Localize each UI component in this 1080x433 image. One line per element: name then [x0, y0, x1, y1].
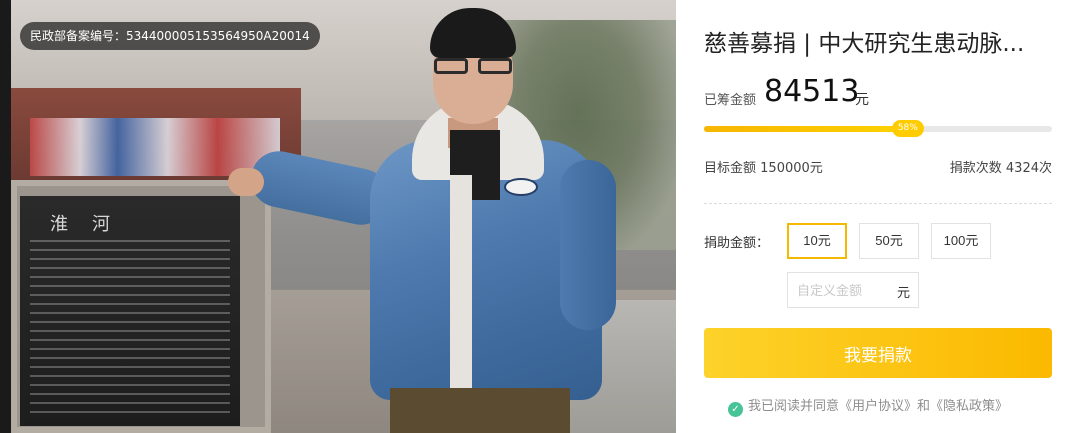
agreement-and: 和	[917, 399, 931, 414]
agreement-prefix: 我已阅读并同意	[748, 399, 840, 414]
custom-amount-input[interactable]	[797, 281, 887, 301]
check-icon[interactable]: ✓	[728, 402, 743, 417]
donation-count-value: 4324次	[1005, 161, 1052, 176]
project-photo: 淮河 民政部备案编号：534400005153564950A20014	[0, 0, 676, 433]
progress-fill	[704, 126, 906, 132]
goal-label: 目标金额	[704, 161, 757, 176]
project-title[interactable]: 慈善募捐 | 中大研究生患动脉...	[704, 24, 1064, 58]
goal-amount: 目标金额 150000元	[704, 157, 823, 176]
goal-value: 150000元	[760, 161, 823, 176]
donation-count-label: 捐款次数	[949, 161, 1002, 176]
agreement-row: ✓ 我已阅读并同意《用户协议》和《隐私政策》	[728, 395, 1008, 417]
user-agreement-link[interactable]: 《用户协议》	[839, 399, 917, 414]
amount-option-10[interactable]: 10元	[787, 223, 847, 259]
donation-count: 捐款次数 4324次	[950, 157, 1052, 176]
divider	[704, 203, 1052, 204]
donate-button[interactable]: 我要捐款	[704, 328, 1052, 378]
amount-option-100[interactable]: 100元	[931, 223, 991, 259]
donate-amount-label: 捐助金额：	[704, 236, 770, 251]
raised-unit: 元	[855, 92, 869, 108]
amount-option-50[interactable]: 50元	[859, 223, 919, 259]
raised-amount: 84513	[764, 74, 860, 109]
custom-amount-unit: 元	[896, 286, 910, 301]
privacy-policy-link[interactable]: 《隐私政策》	[930, 399, 1008, 414]
donation-page: 淮河 民政部备案编号：534400005153564950A20014 慈善募捐…	[0, 0, 1080, 433]
record-number-badge: 民政部备案编号：534400005153564950A20014	[20, 22, 320, 50]
donation-panel: 慈善募捐 | 中大研究生患动脉... 已筹金额 84513 元 58% 目标金额…	[676, 0, 1080, 433]
custom-amount-box: 元	[787, 272, 919, 308]
progress-bar: 58%	[704, 120, 1052, 137]
person-figure	[228, 0, 630, 433]
progress-percent-badge: 58%	[891, 120, 924, 137]
raised-label: 已筹金额	[704, 93, 757, 108]
